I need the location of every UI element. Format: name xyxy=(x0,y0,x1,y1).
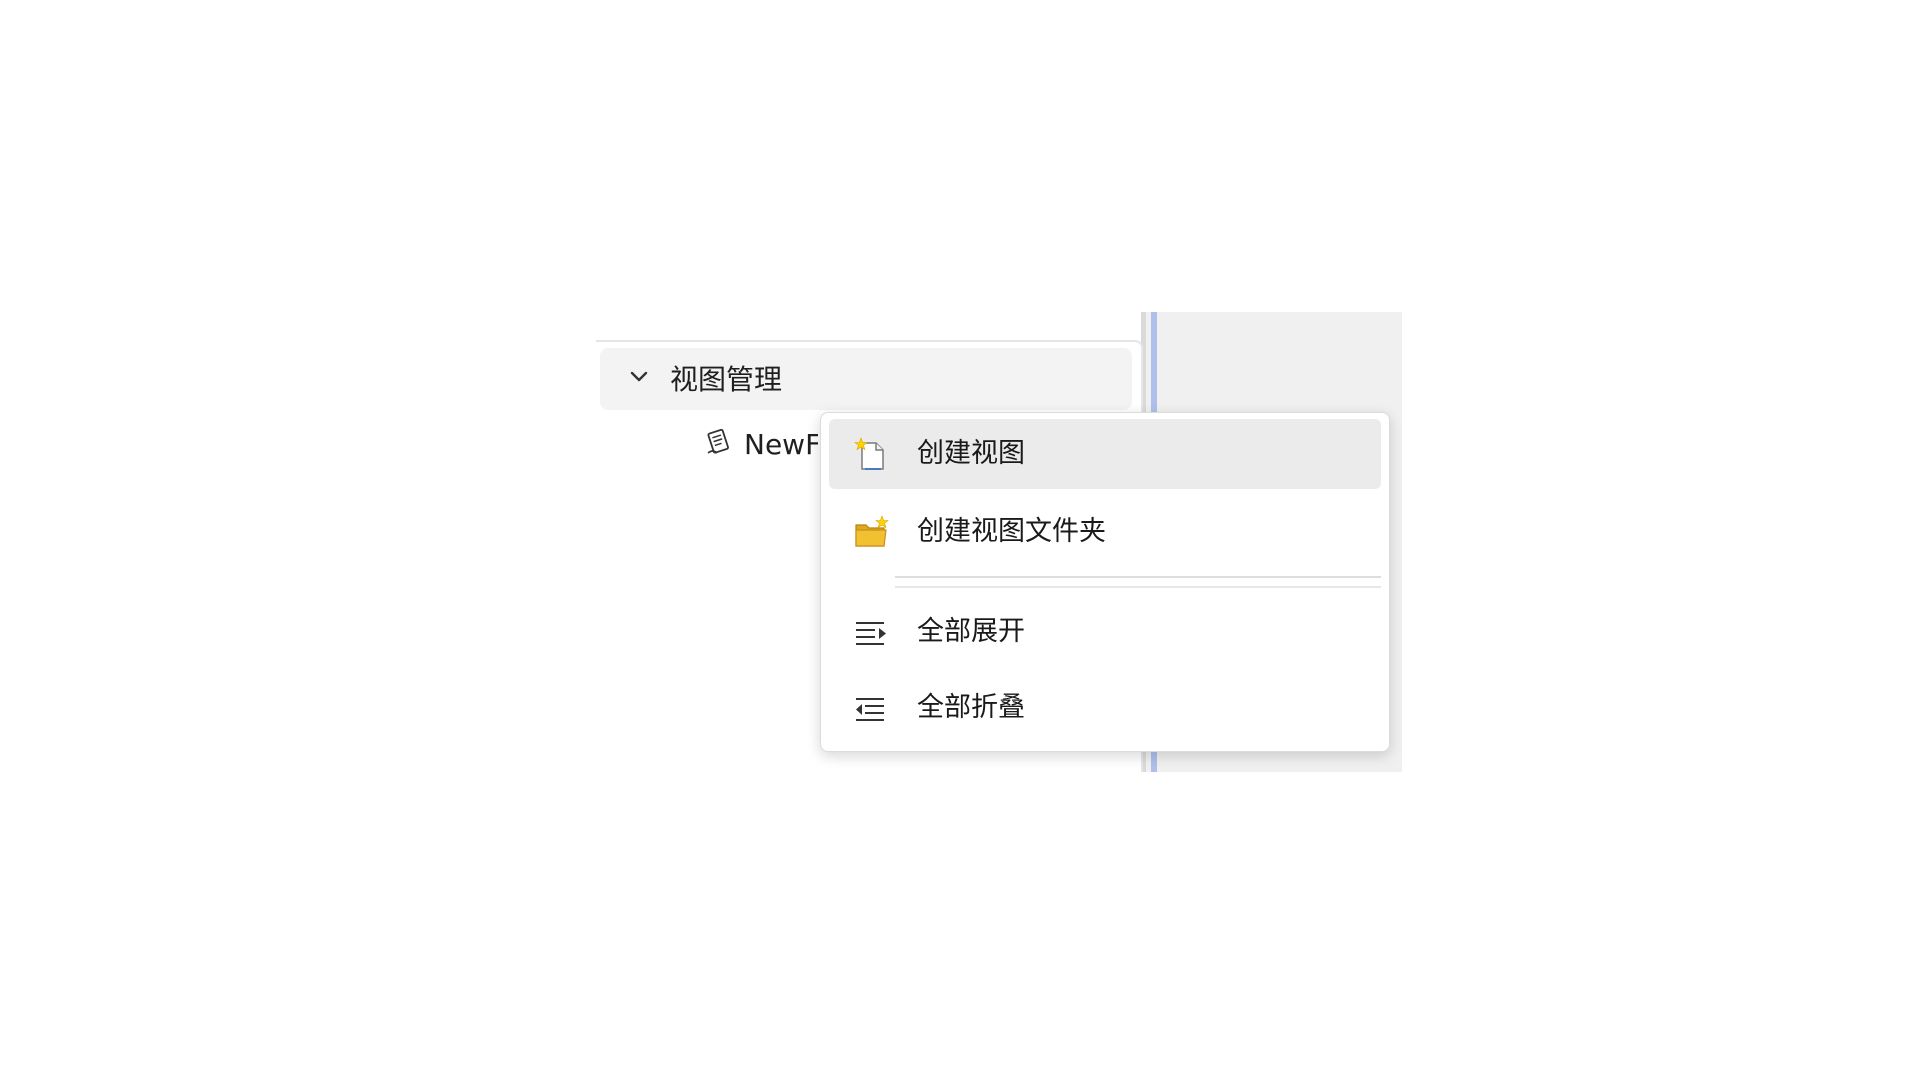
menu-item-create-view-folder[interactable]: 创建视图文件夹 xyxy=(829,497,1381,567)
menu-separator xyxy=(895,576,1381,588)
chevron-down-icon[interactable] xyxy=(630,368,648,386)
menu-item-label: 创建视图文件夹 xyxy=(917,516,1106,547)
menu-item-label: 全部展开 xyxy=(917,616,1025,647)
collapse-all-icon xyxy=(856,698,884,721)
new-folder-icon xyxy=(855,515,889,547)
tree-group-title: 视图管理 xyxy=(670,363,783,396)
menu-item-expand-all[interactable]: 全部展开 xyxy=(829,597,1381,667)
context-menu: 创建视图 创建视图文件夹 全部展开 全部折叠 xyxy=(820,412,1390,752)
new-view-icon xyxy=(854,437,884,470)
tree-item-label[interactable]: NewF xyxy=(744,425,818,465)
expand-all-icon xyxy=(856,622,886,645)
menu-item-collapse-all[interactable]: 全部折叠 xyxy=(829,673,1381,743)
app-stage: 视图管理 NewF 创建视图 创建视图文件夹 全部展开 全部折叠 xyxy=(0,0,1920,1080)
menu-item-label: 创建视图 xyxy=(917,438,1025,469)
menu-item-label: 全部折叠 xyxy=(917,692,1025,723)
view-document-icon xyxy=(707,428,729,454)
menu-item-create-view[interactable]: 创建视图 xyxy=(829,419,1381,489)
